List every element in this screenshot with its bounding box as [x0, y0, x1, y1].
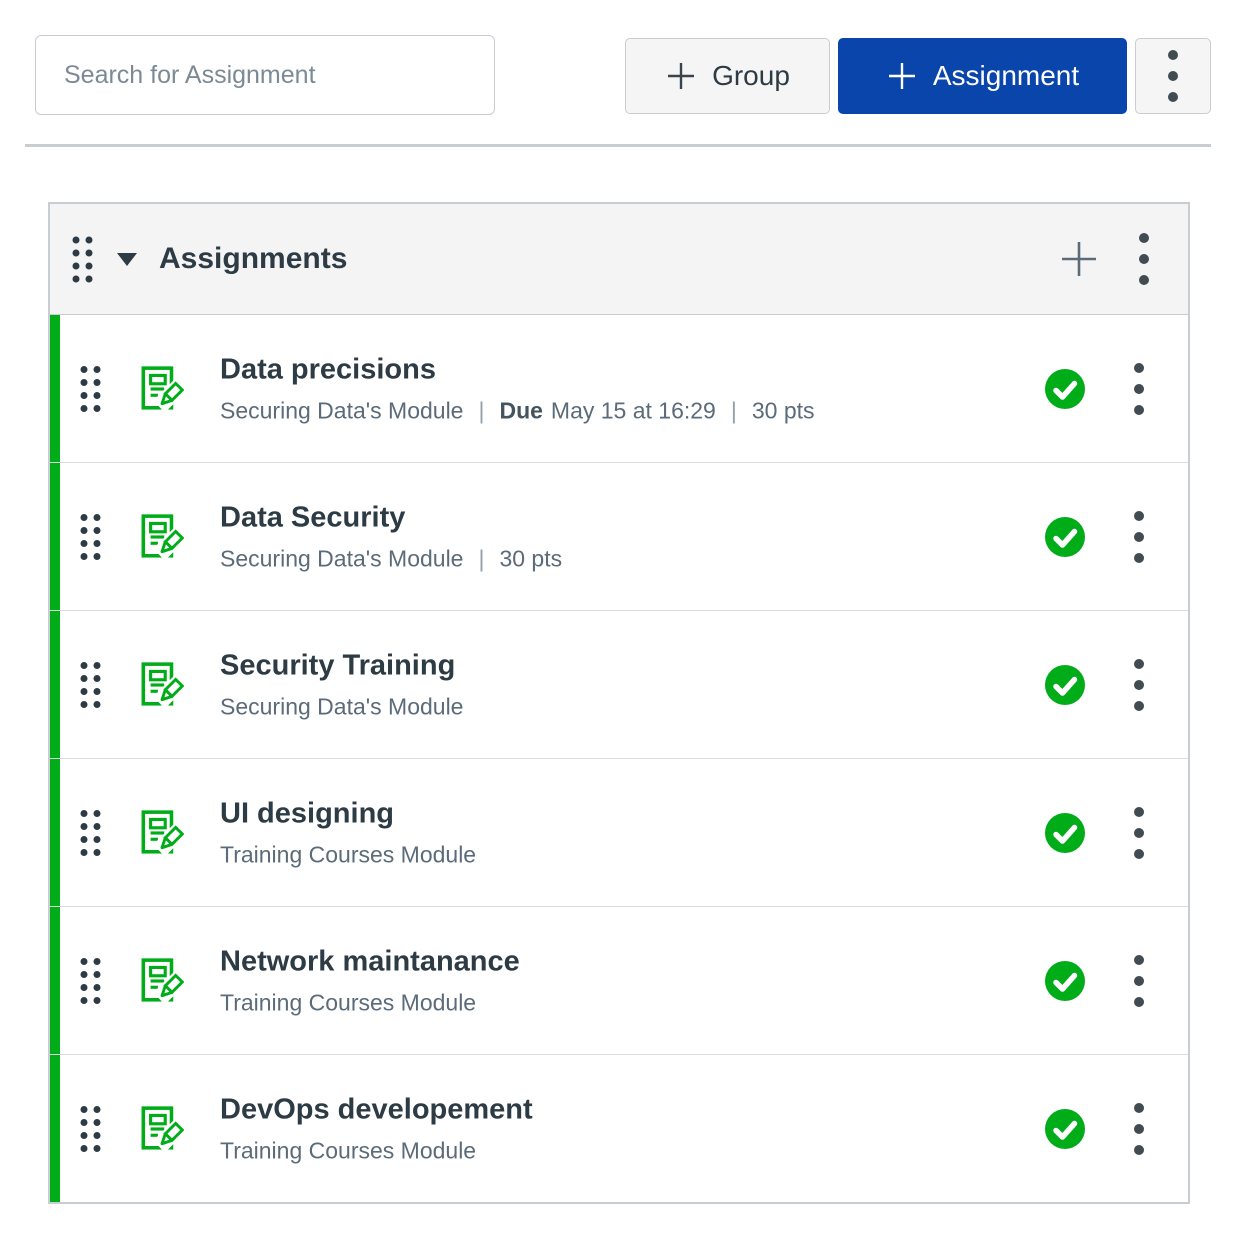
group-add-button[interactable]	[1060, 240, 1098, 278]
assignment-title-link[interactable]: UI designing	[220, 797, 476, 830]
published-indicator-bar	[50, 315, 60, 462]
assignment-row: Security Training Securing Data's Module	[50, 611, 1188, 759]
assignment-title-link[interactable]: Data Security	[220, 501, 562, 534]
module-name: Training Courses Module	[220, 841, 477, 867]
assignment-info: DevOps developement Training Courses Mod…	[220, 1093, 533, 1164]
assignment-details: Training Courses Module	[220, 1137, 533, 1164]
assignment-document-pencil-icon	[136, 513, 191, 562]
assignment-info: Security Training Securing Data's Module	[220, 649, 463, 720]
assignment-group-rows: Data precisions Securing Data's Module |…	[50, 315, 1188, 1202]
assignment-document-pencil-icon	[136, 661, 191, 710]
separator: |	[478, 545, 485, 571]
plus-icon	[886, 60, 918, 92]
points-value: 30 pts	[751, 397, 815, 423]
published-indicator-bar	[50, 611, 60, 758]
assignments-table: Assignments Data precisions Securing Dat…	[48, 202, 1190, 1204]
assignment-details: Securing Data's Module	[220, 693, 463, 720]
published-check-circle-icon[interactable]	[1045, 813, 1085, 853]
assignment-details: Training Courses Module	[220, 989, 520, 1016]
assignment-document-pencil-icon	[136, 365, 191, 414]
assignment-info: Network maintanance Training Courses Mod…	[220, 945, 520, 1016]
assignment-document-pencil-icon	[136, 1105, 191, 1154]
drag-handle-icon[interactable]	[80, 661, 101, 708]
due-label: Due	[499, 397, 543, 423]
separator: |	[730, 397, 737, 423]
assignment-details: Training Courses Module	[220, 841, 476, 868]
drag-handle-icon[interactable]	[80, 809, 101, 856]
assignment-title-link[interactable]: Data precisions	[220, 353, 815, 386]
row-kebab-menu[interactable]	[1133, 954, 1145, 1008]
group-kebab-menu[interactable]	[1138, 232, 1150, 286]
drag-handle-icon[interactable]	[80, 513, 101, 560]
row-kebab-menu[interactable]	[1133, 510, 1145, 564]
search-input[interactable]	[35, 35, 495, 115]
published-check-circle-icon[interactable]	[1045, 961, 1085, 1001]
assignment-row: DevOps developement Training Courses Mod…	[50, 1055, 1188, 1202]
assignment-row: Data precisions Securing Data's Module |…	[50, 315, 1188, 463]
published-indicator-bar	[50, 1055, 60, 1202]
published-indicator-bar	[50, 907, 60, 1054]
published-indicator-bar	[50, 759, 60, 906]
kebab-menu-icon	[1167, 49, 1179, 103]
published-indicator-bar	[50, 463, 60, 610]
row-kebab-menu[interactable]	[1133, 658, 1145, 712]
assignments-options-button[interactable]	[1135, 38, 1211, 114]
published-check-circle-icon[interactable]	[1045, 517, 1085, 557]
assignment-row: Data Security Securing Data's Module | 3…	[50, 463, 1188, 611]
add-assignment-label: Assignment	[932, 60, 1080, 91]
assignment-title-link[interactable]: DevOps developement	[220, 1093, 533, 1126]
drag-handle-icon[interactable]	[72, 236, 93, 283]
points-value: 30 pts	[499, 545, 563, 571]
add-group-label: Group	[712, 60, 790, 91]
module-name: Training Courses Module	[220, 1137, 477, 1163]
module-name: Training Courses Module	[220, 989, 477, 1015]
module-name: Securing Data's Module	[220, 545, 464, 571]
assignment-info: UI designing Training Courses Module	[220, 797, 476, 868]
published-check-circle-icon[interactable]	[1045, 369, 1085, 409]
drag-handle-icon[interactable]	[80, 365, 101, 412]
assignment-details: Securing Data's Module | 30 pts	[220, 545, 562, 572]
assignment-row: UI designing Training Courses Module	[50, 759, 1188, 907]
row-kebab-menu[interactable]	[1133, 1102, 1145, 1156]
published-check-circle-icon[interactable]	[1045, 665, 1085, 705]
caret-down-icon[interactable]	[117, 252, 137, 266]
add-assignment-button[interactable]: Assignment	[838, 38, 1127, 114]
separator: |	[478, 397, 485, 423]
row-kebab-menu[interactable]	[1133, 362, 1145, 416]
assignment-title-link[interactable]: Network maintanance	[220, 945, 520, 978]
assignment-details: Securing Data's Module | Due May 15 at 1…	[220, 397, 815, 424]
assignment-row: Network maintanance Training Courses Mod…	[50, 907, 1188, 1055]
assignment-info: Data Security Securing Data's Module | 3…	[220, 501, 562, 572]
assignment-document-pencil-icon	[136, 809, 191, 858]
toolbar-divider	[25, 144, 1211, 147]
assignment-info: Data precisions Securing Data's Module |…	[220, 353, 815, 424]
module-name: Securing Data's Module	[220, 693, 464, 719]
assignment-title-link[interactable]: Security Training	[220, 649, 463, 682]
due-date: May 15 at 16:29	[550, 397, 716, 423]
drag-handle-icon[interactable]	[80, 1105, 101, 1152]
group-title: Assignments	[159, 242, 348, 275]
add-group-button[interactable]: Group	[625, 38, 830, 114]
assignment-group-header: Assignments	[50, 204, 1188, 315]
module-name: Securing Data's Module	[220, 397, 464, 423]
plus-icon	[665, 60, 697, 92]
assignment-document-pencil-icon	[136, 957, 191, 1006]
drag-handle-icon[interactable]	[80, 957, 101, 1004]
published-check-circle-icon[interactable]	[1045, 1109, 1085, 1149]
row-kebab-menu[interactable]	[1133, 806, 1145, 860]
